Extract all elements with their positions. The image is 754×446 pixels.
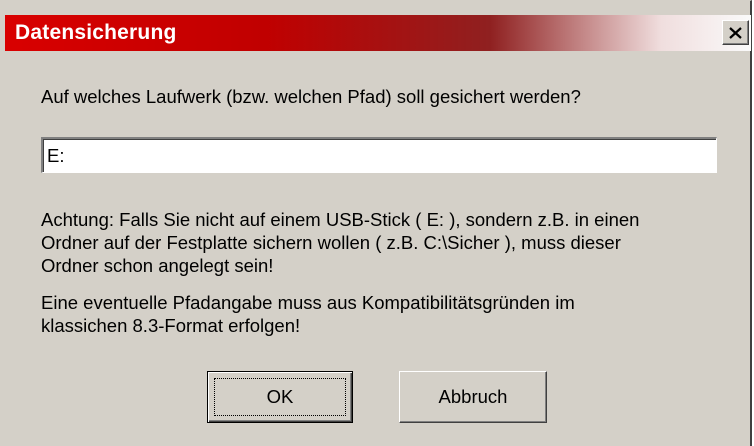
- focus-rectangle: [214, 378, 346, 416]
- format-note-line-2: klassichen 8.3-Format erfolgen!: [41, 315, 301, 336]
- backup-dialog: Datensicherung Auf welches Laufwerk (bzw…: [0, 0, 752, 446]
- title-bar[interactable]: Datensicherung: [5, 15, 751, 51]
- drive-prompt-label: Auf welches Laufwerk (bzw. welchen Pfad)…: [41, 86, 581, 107]
- cancel-button-label: Abbruch: [438, 386, 508, 407]
- format-note-line-1: Eine eventuelle Pfadangabe muss aus Komp…: [41, 292, 575, 313]
- cancel-button[interactable]: Abbruch: [399, 371, 547, 423]
- path-input[interactable]: [41, 137, 717, 173]
- warning-line-1: Achtung: Falls Sie nicht auf einem USB-S…: [41, 209, 640, 230]
- warning-line-3: Ordner schon angelegt sein!: [41, 255, 274, 276]
- warning-line-2: Ordner auf der Festplatte sichern wollen…: [41, 232, 621, 253]
- close-button[interactable]: [722, 20, 749, 45]
- ok-button[interactable]: OK: [207, 371, 353, 423]
- dialog-title: Datensicherung: [15, 21, 177, 44]
- close-x-icon: [729, 26, 742, 39]
